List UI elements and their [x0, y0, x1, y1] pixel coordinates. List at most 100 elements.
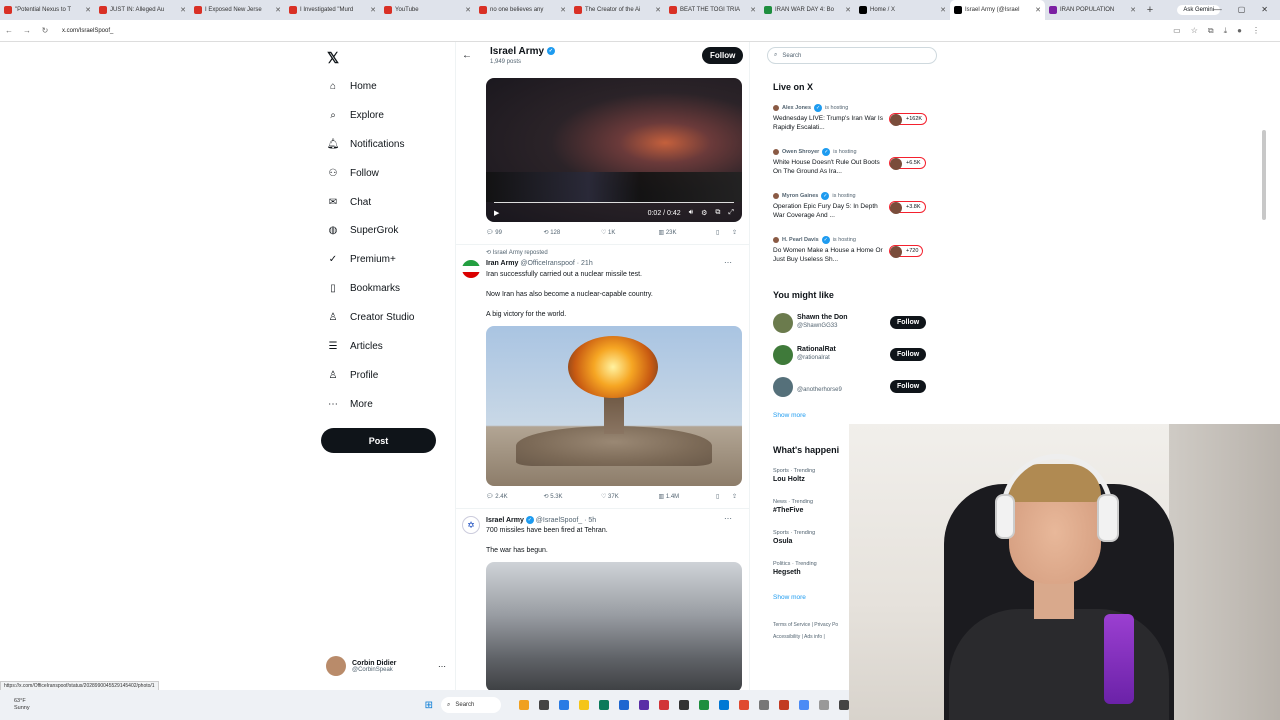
sidebar-item-notifications[interactable]: 🔔︎ Notifications — [326, 133, 405, 155]
taskbar-app-icon[interactable] — [819, 700, 829, 710]
taskbar-app-icon[interactable] — [839, 700, 849, 710]
sidebar-item-follow[interactable]: ⚇ Follow — [326, 162, 379, 184]
taskbar-app-icon[interactable] — [699, 700, 709, 710]
repost-button[interactable]: ⟲ 5.3K — [544, 493, 602, 505]
post-button[interactable]: Post — [321, 428, 436, 453]
footer-links[interactable]: Terms of Service | Privacy Po — [773, 622, 838, 628]
post-image-smoke[interactable] — [486, 562, 742, 690]
taskbar-app-icon[interactable] — [559, 700, 569, 710]
sidebar-item-chat[interactable]: ✉ Chat — [326, 191, 371, 213]
browser-tab[interactable]: Israel Army (@Israel ✕ — [950, 0, 1045, 20]
play-icon[interactable]: ▶ — [494, 209, 499, 217]
post-image-mushroom-cloud[interactable] — [486, 326, 742, 486]
follow-button[interactable]: Follow — [890, 316, 927, 329]
settings-icon[interactable]: ⚙ — [701, 209, 707, 217]
maximize-icon[interactable]: ▢ — [1238, 5, 1246, 14]
trend-item[interactable]: Sports · Trending Osula — [773, 530, 815, 545]
browser-tab[interactable]: IRAN POPULATION ✕ — [1045, 0, 1140, 20]
browser-tab[interactable]: JUST IN: Alleged Au ✕ — [95, 0, 190, 20]
live-space-item[interactable]: H. Pearl Davis ✓ is hosting Do Women Make a… — [773, 236, 933, 264]
taskbar-app-icon[interactable] — [739, 700, 749, 710]
browser-tab[interactable]: no one believes any ✕ — [475, 0, 570, 20]
fullscreen-icon[interactable]: ⤢ — [728, 209, 734, 217]
close-tab-icon[interactable]: ✕ — [370, 6, 376, 14]
downloads-icon[interactable]: ⤓ — [1224, 26, 1228, 36]
close-tab-icon[interactable]: ✕ — [655, 6, 661, 14]
x-logo-icon[interactable]: 𝕏 — [327, 49, 339, 67]
taskbar-search[interactable]: ⌕ Search — [441, 697, 501, 713]
forward-icon[interactable]: → — [18, 26, 36, 35]
bookmark-icon[interactable]: ▯ — [716, 229, 732, 241]
minimize-icon[interactable]: — — [1214, 5, 1222, 14]
taskbar-app-icon[interactable] — [519, 700, 529, 710]
taskbar-app-icon[interactable] — [759, 700, 769, 710]
taskbar-app-icon[interactable] — [639, 700, 649, 710]
windows-start-icon[interactable]: ⊞ — [425, 700, 433, 711]
video-progress[interactable] — [494, 202, 734, 203]
reply-button[interactable]: 💬︎ 99 — [486, 229, 544, 241]
trend-item[interactable]: News · Trending #TheFive — [773, 499, 813, 514]
sidebar-item-creator-studio[interactable]: ♙ Creator Studio — [326, 306, 415, 328]
taskbar-app-icon[interactable] — [779, 700, 789, 710]
like-button[interactable]: ♡ 37K — [601, 493, 659, 505]
suggested-account[interactable]: @anotherhorse9 Follow — [773, 375, 933, 399]
taskbar-app-icon[interactable] — [659, 700, 669, 710]
pip-icon[interactable]: ⧉ — [715, 209, 720, 217]
trend-item[interactable]: Sports · Trending Lou Holtz — [773, 468, 815, 483]
url-text[interactable]: x.com/IsraelSpoof_ — [62, 28, 113, 34]
more-options-icon[interactable]: ⋯ — [724, 258, 732, 267]
repost-button[interactable]: ⟲ 128 — [544, 229, 602, 241]
close-tab-icon[interactable]: ✕ — [1130, 6, 1136, 14]
more-options-icon[interactable]: ⋯ — [438, 662, 446, 671]
sidebar-item-premium[interactable]: ✓ Premium+ — [326, 248, 396, 270]
close-tab-icon[interactable]: ✕ — [940, 6, 946, 14]
reply-button[interactable]: 💬︎ 2.4K — [486, 493, 544, 505]
bookmark-icon[interactable]: ▯ — [716, 493, 732, 505]
live-space-item[interactable]: Alex Jones ✓ is hosting Wednesday LIVE: Tru… — [773, 104, 933, 132]
close-tab-icon[interactable]: ✕ — [1035, 6, 1041, 14]
browser-tab[interactable]: I Exposed New Jerse ✕ — [190, 0, 285, 20]
sidebar-item-more[interactable]: ⋯ More — [326, 393, 373, 415]
menu-icon[interactable]: ⋮ — [1252, 26, 1260, 36]
live-space-item[interactable]: Myron Gaines ✓ is hosting Operation Epic Fu… — [773, 192, 933, 220]
reload-icon[interactable]: ↻ — [36, 26, 54, 35]
profile-avatar-icon[interactable]: ● — [1237, 26, 1242, 36]
taskbar-app-icon[interactable] — [579, 700, 589, 710]
page-scrollbar[interactable] — [1262, 130, 1266, 220]
more-options-icon[interactable]: ⋯ — [724, 514, 732, 523]
views-button[interactable]: ▥ 1.4M — [659, 493, 717, 505]
browser-tab[interactable]: YouTube ✕ — [380, 0, 475, 20]
follow-button[interactable]: Follow — [890, 348, 927, 361]
sidebar-item-articles[interactable]: ☰ Articles — [326, 335, 383, 357]
share-icon[interactable]: ⇪ — [732, 229, 742, 241]
close-tab-icon[interactable]: ✕ — [85, 6, 91, 14]
star-icon[interactable]: ☆ — [1191, 26, 1198, 36]
author-name[interactable]: Iran Army — [486, 260, 518, 267]
sidebar-item-supergrok[interactable]: ◍ SuperGrok — [326, 219, 399, 241]
taskbar-app-icon[interactable] — [599, 700, 609, 710]
close-tab-icon[interactable]: ✕ — [275, 6, 281, 14]
browser-tab[interactable]: Home / X ✕ — [855, 0, 950, 20]
sidebar-item-explore[interactable]: ⌕ Explore — [326, 104, 384, 126]
avatar[interactable]: ✡ — [462, 516, 480, 534]
show-more-link[interactable]: Show more — [773, 412, 806, 419]
taskbar-app-icon[interactable] — [719, 700, 729, 710]
back-icon[interactable]: ← — [0, 26, 18, 35]
author-name[interactable]: Israel Army — [486, 517, 524, 524]
footer-links[interactable]: Accessibility | Ads info | — [773, 634, 825, 640]
video-player[interactable]: ▶ 0:02 / 0:42 🔊︎ ⚙ ⧉ ⤢ — [486, 78, 742, 222]
weather-widget[interactable]: 63°F Sunny — [0, 698, 30, 712]
share-icon[interactable]: ⇪ — [732, 493, 742, 505]
taskbar-app-icon[interactable] — [539, 700, 549, 710]
taskbar-app-icon[interactable] — [679, 700, 689, 710]
follow-button[interactable]: Follow — [702, 47, 744, 64]
like-button[interactable]: ♡ 1K — [601, 229, 659, 241]
close-tab-icon[interactable]: ✕ — [465, 6, 471, 14]
sidebar-item-profile[interactable]: ♙ Profile — [326, 364, 379, 386]
close-tab-icon[interactable]: ✕ — [750, 6, 756, 14]
follow-button[interactable]: Follow — [890, 380, 927, 393]
taskbar-app-icon[interactable] — [799, 700, 809, 710]
taskbar-app-icon[interactable] — [619, 700, 629, 710]
suggested-account[interactable]: Shawn the Don @ShawnGG33 Follow — [773, 311, 933, 335]
browser-tab[interactable]: BEAT THE TOGI TRIA ✕ — [665, 0, 760, 20]
